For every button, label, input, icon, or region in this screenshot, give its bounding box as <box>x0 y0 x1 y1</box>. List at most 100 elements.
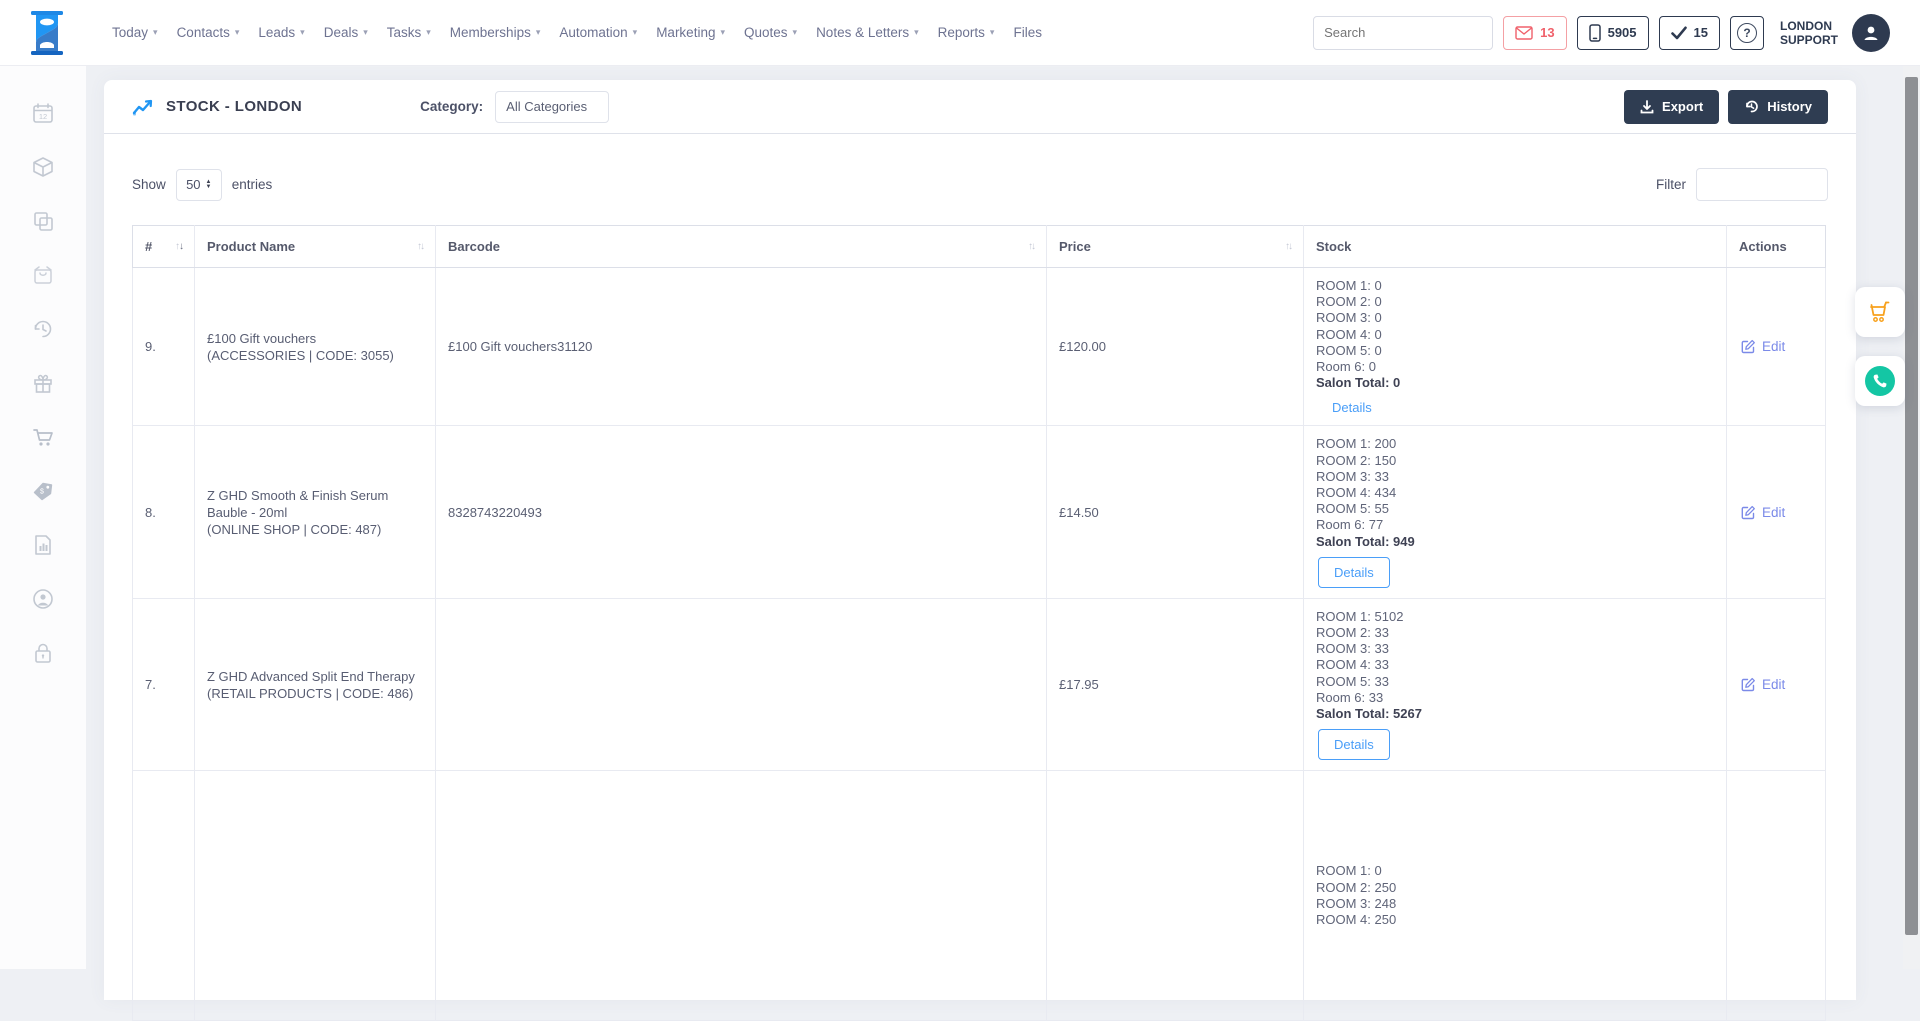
app-logo-icon[interactable] <box>30 11 64 55</box>
download-icon <box>1640 100 1654 114</box>
col-header-name[interactable]: Product Name↑↓ <box>195 226 436 268</box>
stock-line: ROOM 2: 150 <box>1316 453 1714 469</box>
history-button[interactable]: History <box>1728 90 1828 124</box>
sort-icon: ↑↓ <box>175 241 182 252</box>
nav-label: Leads <box>258 25 295 40</box>
nav-item-files[interactable]: Files <box>1013 25 1042 40</box>
stock-line: ROOM 1: 0 <box>1316 863 1714 879</box>
tasks-badge[interactable]: 15 <box>1659 16 1720 50</box>
nav-item-marketing[interactable]: Marketing▾ <box>656 25 725 40</box>
product-meta: (RETAIL PRODUCTS | CODE: 486) <box>207 685 423 702</box>
product-name-cell <box>195 771 436 1021</box>
help-button[interactable]: ? <box>1730 16 1764 50</box>
stock-line: ROOM 5: 55 <box>1316 501 1714 517</box>
svg-text:12: 12 <box>39 112 47 121</box>
stock-line: ROOM 3: 248 <box>1316 896 1714 912</box>
stock-cell: ROOM 1: 5102 ROOM 2: 33 ROOM 3: 33 ROOM … <box>1304 598 1727 770</box>
edit-button[interactable]: Edit <box>1739 677 1813 692</box>
vertical-scrollbar[interactable] <box>1903 66 1920 969</box>
nav-item-tasks[interactable]: Tasks ▾ <box>387 25 431 40</box>
edit-label: Edit <box>1762 677 1785 692</box>
cube-icon[interactable] <box>30 154 56 180</box>
floating-cart-button[interactable] <box>1855 287 1905 337</box>
nav-item-quotes[interactable]: Quotes▾ <box>744 25 797 40</box>
actions-cell: Edit <box>1727 268 1826 426</box>
filter-input[interactable] <box>1696 168 1828 201</box>
stock-line: ROOM 4: 33 <box>1316 657 1714 673</box>
search-input[interactable] <box>1314 25 1493 40</box>
history-icon <box>1744 99 1759 114</box>
tasks-count: 15 <box>1694 25 1708 40</box>
row-number: 8. <box>133 426 195 598</box>
nav-item-deals[interactable]: Deals▾ <box>324 25 368 40</box>
calls-count: 5905 <box>1608 25 1637 40</box>
col-header-num[interactable]: #↑↓ <box>133 226 195 268</box>
user-circle-icon[interactable] <box>30 586 56 612</box>
left-sidebar: 12 $ <box>0 66 86 969</box>
nav-label: Memberships <box>450 25 531 40</box>
chevron-down-icon: ▾ <box>426 27 431 38</box>
stock-line: ROOM 2: 250 <box>1316 880 1714 896</box>
entries-label: entries <box>232 177 273 192</box>
cart-icon <box>1867 300 1893 324</box>
history-icon[interactable] <box>30 316 56 342</box>
select-arrows-icon: ▲▼ <box>206 180 212 190</box>
messages-badge[interactable]: 13 <box>1503 16 1566 50</box>
floating-phone-button[interactable] <box>1855 356 1905 406</box>
phone-icon <box>1865 366 1895 396</box>
calendar-icon[interactable]: 12 <box>30 100 56 126</box>
chevron-down-icon: ▾ <box>153 27 158 38</box>
nav-item-reports[interactable]: Reports▾ <box>938 25 995 40</box>
chevron-down-icon: ▾ <box>235 27 240 38</box>
nav-label: Today <box>112 25 148 40</box>
bag-icon[interactable] <box>30 262 56 288</box>
lock-icon[interactable] <box>30 640 56 666</box>
entries-value: 50 <box>186 177 200 192</box>
nav-item-memberships[interactable]: Memberships▾ <box>450 25 541 40</box>
row-number <box>133 771 195 1021</box>
col-header-barcode[interactable]: Barcode↑↓ <box>436 226 1047 268</box>
cart-icon[interactable] <box>30 424 56 450</box>
nav-item-today[interactable]: Today ▾ <box>112 25 158 40</box>
nav-item-leads[interactable]: Leads▾ <box>258 25 304 40</box>
export-button[interactable]: Export <box>1624 90 1719 124</box>
category-value: All Categories <box>506 99 587 114</box>
nav-item-notes-letters[interactable]: Notes & Letters▾ <box>816 25 919 40</box>
navbar-right: 13 5905 15 ? LONDON SUPPORT <box>1313 14 1890 52</box>
stock-cell: ROOM 1: 0 ROOM 2: 250 ROOM 3: 248 ROOM 4… <box>1304 771 1727 1021</box>
nav-label: Contacts <box>177 25 230 40</box>
details-button[interactable]: Details <box>1318 729 1390 760</box>
entries-select[interactable]: 50 ▲▼ <box>176 169 222 201</box>
stock-line: ROOM 5: 33 <box>1316 674 1714 690</box>
category-select[interactable]: All Categories <box>495 91 609 123</box>
price-cell: £17.95 <box>1047 598 1304 770</box>
edit-button[interactable]: Edit <box>1739 339 1813 354</box>
user-name-line1: LONDON <box>1780 19 1838 33</box>
nav-item-automation[interactable]: Automation▾ <box>559 25 637 40</box>
copy-icon[interactable] <box>30 208 56 234</box>
chevron-down-icon: ▾ <box>793 27 798 38</box>
nav-item-contacts[interactable]: Contacts ▾ <box>177 25 240 40</box>
gift-icon[interactable] <box>30 370 56 396</box>
edit-icon <box>1741 505 1756 520</box>
main-nav: Today▾ Contacts▾ Leads▾ Deals▾ Tasks▾ Me… <box>112 25 1042 40</box>
stock-line: Room 6: 77 <box>1316 517 1714 533</box>
details-link[interactable]: Details <box>1332 400 1372 415</box>
table-controls: Show 50 ▲▼ entries Filter <box>104 134 1856 201</box>
avatar[interactable] <box>1852 14 1890 52</box>
report-icon[interactable] <box>30 532 56 558</box>
price-tag-icon[interactable]: $ <box>30 478 56 504</box>
details-button[interactable]: Details <box>1318 557 1390 588</box>
scrollbar-thumb[interactable] <box>1905 77 1918 935</box>
nav-label: Deals <box>324 25 359 40</box>
nav-label: Tasks <box>387 25 422 40</box>
filter-label: Filter <box>1656 177 1686 192</box>
product-meta: (ONLINE SHOP | CODE: 487) <box>207 521 423 538</box>
calls-badge[interactable]: 5905 <box>1577 16 1649 50</box>
edit-icon <box>1741 339 1756 354</box>
edit-button[interactable]: Edit <box>1739 505 1813 520</box>
stock-line: ROOM 5: 0 <box>1316 343 1714 359</box>
stock-cell: ROOM 1: 200 ROOM 2: 150 ROOM 3: 33 ROOM … <box>1304 426 1727 598</box>
barcode-cell: 8328743220493 <box>436 426 1047 598</box>
col-header-price[interactable]: Price↑↓ <box>1047 226 1304 268</box>
